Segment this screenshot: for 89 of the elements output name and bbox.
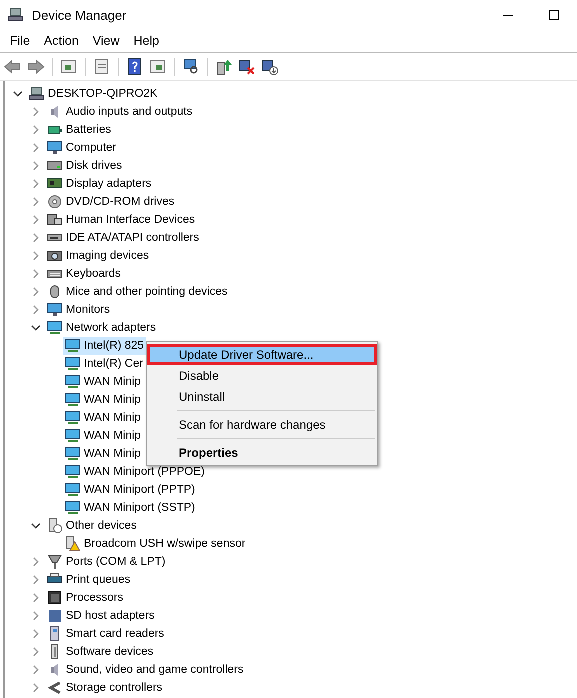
menu-item[interactable]: Action	[37, 32, 86, 50]
tree-item[interactable]: Smart card readers	[45, 625, 166, 643]
tree-item[interactable]: DVD/CD-ROM drives	[45, 193, 177, 211]
menu-item[interactable]: View	[86, 32, 127, 50]
network-adapter-icon	[65, 500, 81, 516]
context-menu-item[interactable]: Uninstall	[147, 386, 377, 407]
network-adapter-icon	[65, 338, 81, 354]
collapsed-chevron-icon[interactable]	[31, 557, 41, 567]
tree-item[interactable]: WAN Miniport (PPTP)	[63, 481, 198, 499]
tree-item[interactable]: Human Interface Devices	[45, 211, 198, 229]
tree-item[interactable]: Broadcom USH w/swipe sensor	[63, 535, 248, 553]
collapsed-chevron-icon[interactable]	[31, 665, 41, 675]
network-adapter-icon	[65, 410, 81, 426]
tree-item[interactable]: Display adapters	[45, 175, 154, 193]
warning-device-icon	[65, 536, 81, 552]
tree-item[interactable]: DESKTOP-QIPRO2K	[27, 85, 160, 103]
collapsed-chevron-icon[interactable]	[31, 107, 41, 117]
window-title: Device Manager	[32, 8, 128, 22]
collapsed-chevron-icon[interactable]	[31, 593, 41, 603]
collapsed-chevron-icon[interactable]	[31, 683, 41, 693]
expanded-chevron-icon[interactable]	[13, 89, 23, 99]
network-adapter-icon	[65, 392, 81, 408]
menu-item[interactable]: Help	[126, 32, 166, 50]
collapsed-chevron-icon[interactable]	[31, 215, 41, 225]
tree-item[interactable]: Monitors	[45, 301, 112, 319]
expanded-chevron-icon[interactable]	[31, 521, 41, 531]
tree-item[interactable]: Intel(R) 825	[63, 337, 146, 355]
tree-item[interactable]: Imaging devices	[45, 247, 152, 265]
collapsed-chevron-icon[interactable]	[31, 233, 41, 243]
network-adapter-icon	[65, 428, 81, 444]
unknown-device-icon	[47, 518, 63, 534]
tree-item[interactable]: Print queues	[45, 571, 133, 589]
port-icon	[47, 554, 63, 570]
tree-item[interactable]: WAN Minip	[63, 445, 144, 463]
processor-icon	[47, 590, 63, 606]
tree-item[interactable]: WAN Minip	[63, 427, 144, 445]
context-menu-item[interactable]: Disable	[147, 365, 377, 386]
collapsed-chevron-icon[interactable]	[31, 269, 41, 279]
maximize-icon[interactable]	[549, 10, 559, 20]
tree-item[interactable]: Computer	[45, 139, 118, 157]
tree-item[interactable]: Software devices	[45, 643, 156, 661]
tree-item[interactable]: Disk drives	[45, 157, 124, 175]
network-adapter-icon	[65, 446, 81, 462]
tree-item[interactable]: Batteries	[45, 121, 114, 139]
menu-item[interactable]: File	[3, 32, 38, 50]
collapsed-chevron-icon[interactable]	[31, 179, 41, 189]
tree-item[interactable]: Other devices	[45, 517, 139, 535]
network-adapter-icon	[65, 482, 81, 498]
tree-item[interactable]: Sound, video and game controllers	[45, 661, 246, 679]
collapsed-chevron-icon[interactable]	[31, 629, 41, 639]
collapsed-chevron-icon[interactable]	[31, 197, 41, 207]
tree-item[interactable]: WAN Minip	[63, 373, 144, 391]
monitor-icon	[47, 140, 63, 156]
context-menu-item[interactable]: Update Driver Software...	[147, 344, 377, 365]
collapsed-chevron-icon[interactable]	[31, 125, 41, 135]
tree-item[interactable]: Audio inputs and outputs	[45, 103, 195, 121]
collapsed-chevron-icon[interactable]	[31, 647, 41, 657]
monitor-icon	[47, 302, 63, 318]
disc-icon	[47, 194, 63, 210]
device-icon	[47, 212, 63, 228]
expanded-chevron-icon[interactable]	[31, 323, 41, 333]
tree-item[interactable]: Intel(R) Cer	[63, 355, 146, 373]
tree-item[interactable]: Network adapters	[45, 319, 158, 337]
network-adapter-icon	[47, 320, 63, 336]
collapsed-chevron-icon[interactable]	[31, 611, 41, 621]
collapsed-chevron-icon[interactable]	[31, 161, 41, 171]
collapsed-chevron-icon[interactable]	[31, 305, 41, 315]
tree-item[interactable]: WAN Minip	[63, 409, 144, 427]
network-adapter-icon	[65, 356, 81, 372]
tree-item[interactable]: WAN Miniport (PPPOE)	[63, 463, 207, 481]
tree-item[interactable]: Ports (COM & LPT)	[45, 553, 168, 571]
context-menu-item[interactable]: Properties	[147, 442, 377, 463]
context-menu-item[interactable]: Scan for hardware changes	[147, 414, 377, 435]
collapsed-chevron-icon[interactable]	[31, 143, 41, 153]
network-adapter-icon	[65, 464, 81, 480]
collapsed-chevron-icon[interactable]	[31, 575, 41, 585]
tree-item[interactable]: Mice and other pointing devices	[45, 283, 230, 301]
tree-item[interactable]: SD host adapters	[45, 607, 157, 625]
computer-icon	[29, 86, 45, 102]
tree-item[interactable]: Keyboards	[45, 265, 123, 283]
tree-item[interactable]: WAN Miniport (SSTP)	[63, 499, 198, 517]
tree-item[interactable]: WAN Minip	[63, 391, 144, 409]
network-adapter-icon	[65, 374, 81, 390]
tree-item[interactable]: IDE ATA/ATAPI controllers	[45, 229, 202, 247]
collapsed-chevron-icon[interactable]	[31, 251, 41, 261]
tree-item[interactable]: Processors	[45, 589, 126, 607]
computer-icon	[8, 7, 24, 23]
collapsed-chevron-icon[interactable]	[31, 287, 41, 297]
tree-item[interactable]: Storage controllers	[45, 679, 165, 697]
